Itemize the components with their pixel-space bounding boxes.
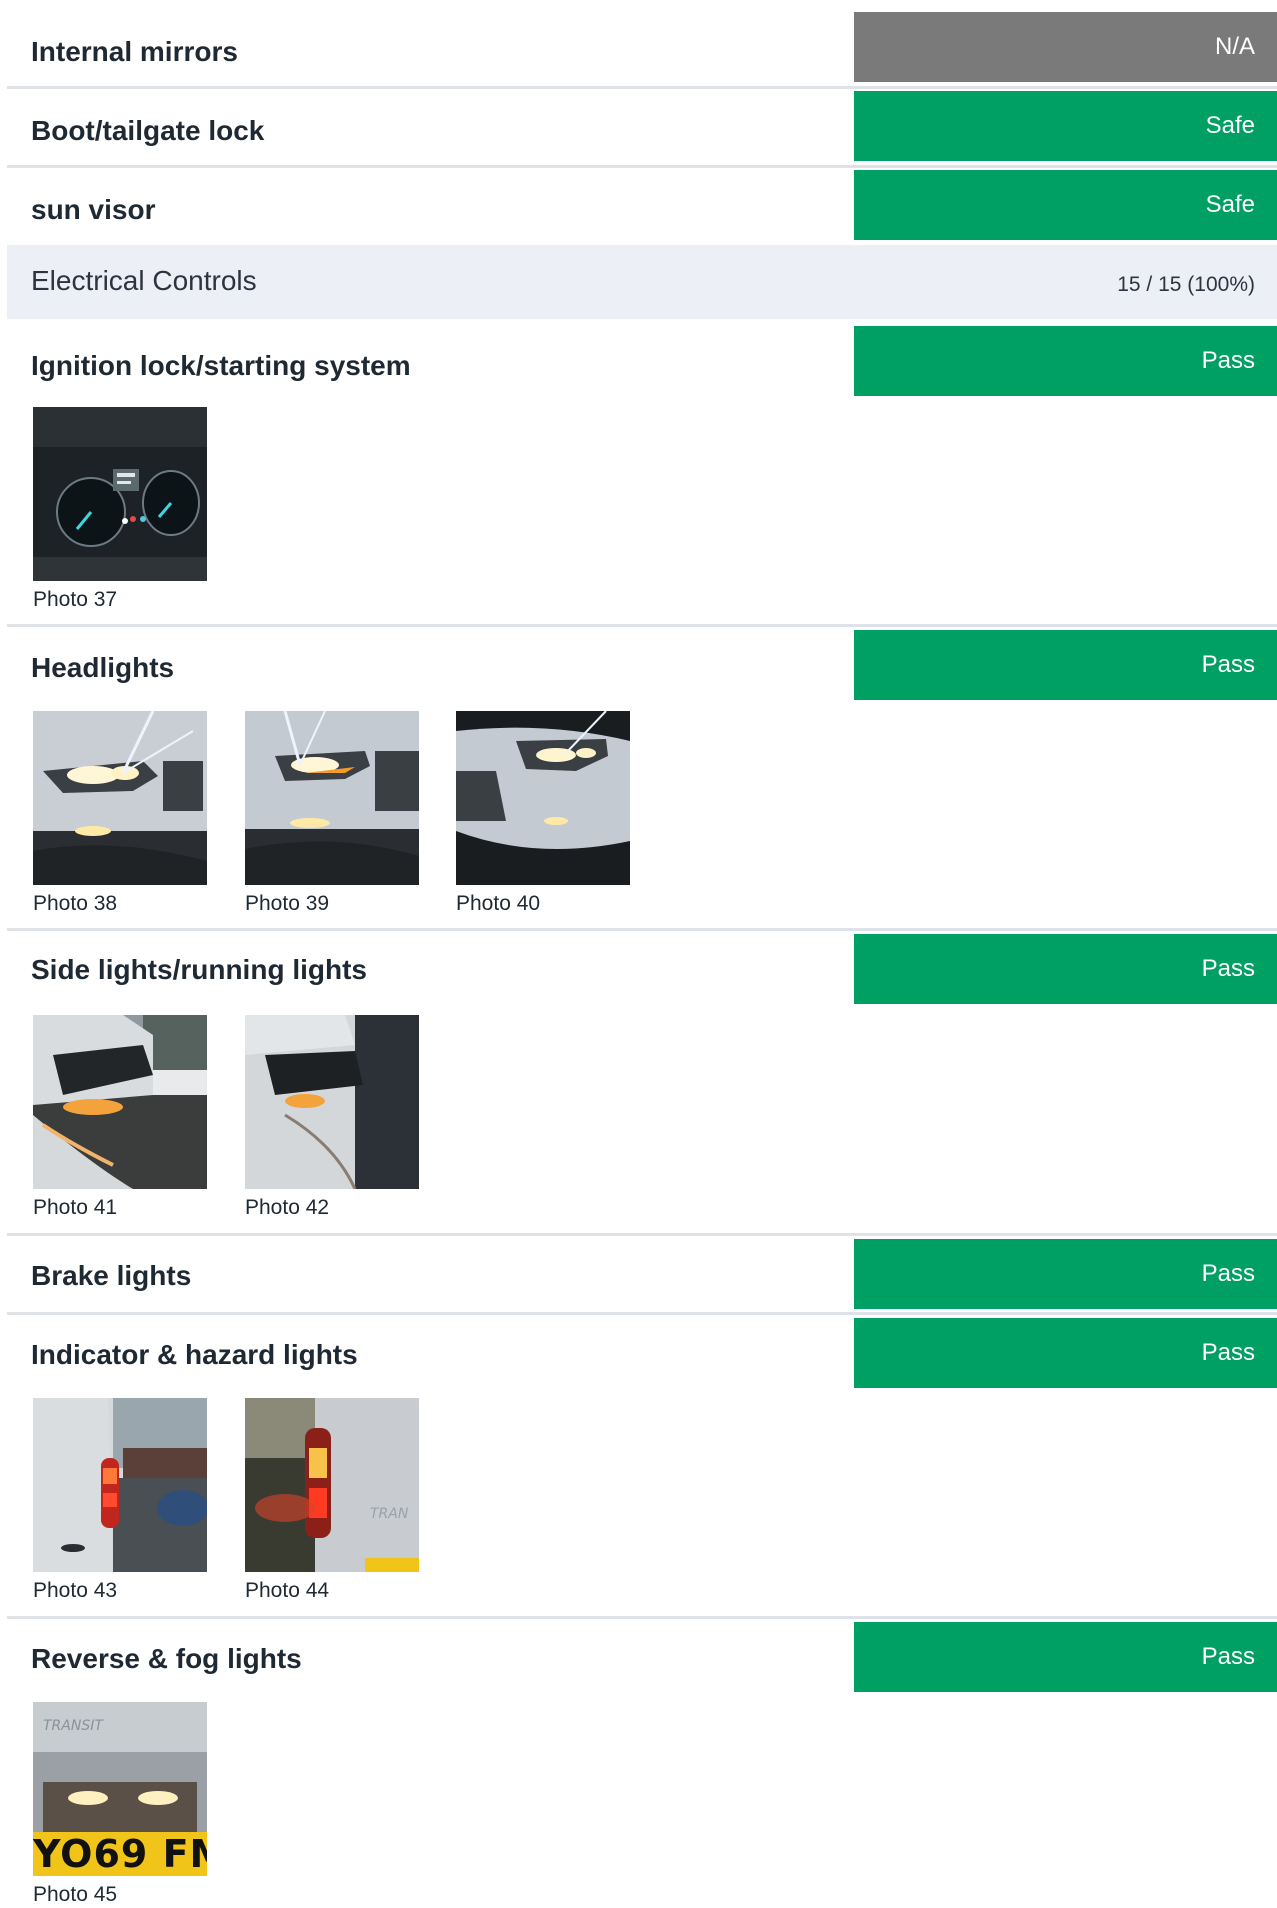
photo-thumbnail[interactable]: Photo 38 xyxy=(33,711,209,916)
photo-headlight[interactable] xyxy=(456,711,630,885)
photo-side-light[interactable] xyxy=(245,1015,419,1189)
photo-caption: Photo 43 xyxy=(33,1579,118,1602)
photo-caption: Photo 38 xyxy=(33,892,118,915)
status-badge-pass: Pass xyxy=(854,630,1277,700)
divider xyxy=(7,928,1277,931)
photo-headlight[interactable] xyxy=(33,711,207,885)
status-badge-pass: Pass xyxy=(854,1318,1277,1388)
item-title: Boot/tailgate lock xyxy=(31,115,265,146)
section-title: Electrical Controls xyxy=(31,265,257,296)
photo-thumbnail[interactable]: Photo 42 xyxy=(245,1015,421,1220)
photo-headlight[interactable] xyxy=(245,711,419,885)
photo-thumbnail[interactable]: Photo 39 xyxy=(245,711,421,916)
photo-caption: Photo 40 xyxy=(456,892,541,915)
item-title: Indicator & hazard lights xyxy=(31,1339,358,1370)
section-header-electrical-controls: Electrical Controls 15 / 15 (100%) xyxy=(7,245,1277,319)
item-title: Headlights xyxy=(31,652,175,683)
status-badge-safe: Safe xyxy=(854,91,1277,161)
photo-indicator[interactable]: TRAN xyxy=(245,1398,419,1572)
inspection-report: Internal mirrors N/A Boot/tailgate lock … xyxy=(0,0,1277,1908)
photo-thumbnail[interactable]: Photo 43 xyxy=(33,1398,209,1603)
section-score: 15 / 15 (100%) xyxy=(1117,273,1255,296)
item-title: sun visor xyxy=(31,194,156,225)
photo-caption: Photo 41 xyxy=(33,1196,118,1219)
item-title: Ignition lock/starting system xyxy=(31,350,411,381)
status-badge-pass: Pass xyxy=(854,934,1277,1004)
item-title: Brake lights xyxy=(31,1260,192,1291)
photo-thumbnail[interactable]: Photo 41 xyxy=(33,1015,209,1220)
status-badge-pass: Pass xyxy=(854,1239,1277,1309)
license-plate: YO69 FMV xyxy=(33,1832,207,1876)
svg-text:TRAN: TRAN xyxy=(370,1506,409,1522)
photo-thumbnail[interactable]: Photo 40 xyxy=(456,711,632,916)
status-badge-pass: Pass xyxy=(854,326,1277,396)
status-badge-na: N/A xyxy=(854,12,1277,82)
photo-caption: Photo 39 xyxy=(245,892,330,915)
photo-thumbnail[interactable]: Photo 37 xyxy=(33,407,209,612)
status-badge-pass: Pass xyxy=(854,1622,1277,1692)
svg-text:TRANSIT: TRANSIT xyxy=(43,1718,104,1734)
photo-caption: Photo 37 xyxy=(33,588,118,611)
divider xyxy=(7,624,1277,627)
status-badge-safe: Safe xyxy=(854,170,1277,240)
photo-indicator[interactable] xyxy=(33,1398,207,1572)
item-title: Internal mirrors xyxy=(31,36,238,67)
photo-reverse-light[interactable]: TRANSIT YO69 FMV xyxy=(33,1702,207,1876)
item-title: Side lights/running lights xyxy=(31,954,367,985)
item-title: Reverse & fog lights xyxy=(31,1643,302,1674)
photo-side-light[interactable] xyxy=(33,1015,207,1189)
photo-caption: Photo 42 xyxy=(245,1196,330,1219)
photo-caption: Photo 44 xyxy=(245,1579,330,1602)
photo-caption: Photo 45 xyxy=(33,1883,118,1906)
photo-dashboard[interactable] xyxy=(33,407,207,581)
photo-thumbnail[interactable]: TRANSIT YO69 FMV Photo 45 xyxy=(33,1702,209,1907)
photo-thumbnail[interactable]: TRAN Photo 44 xyxy=(245,1398,421,1603)
